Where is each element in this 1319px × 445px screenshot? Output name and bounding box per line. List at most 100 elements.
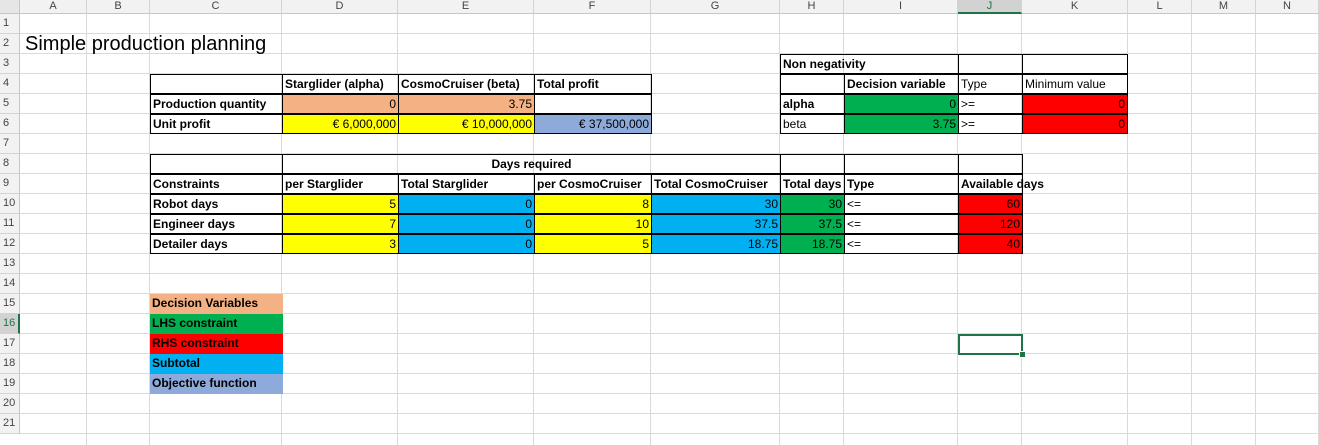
empty-k2[interactable] [1022, 54, 1128, 74]
header-decision-variable[interactable]: Decision variable [844, 74, 959, 94]
total-cosmo-detailer[interactable]: 18.75 [651, 234, 781, 254]
label-production-quantity[interactable]: Production quantity [150, 94, 283, 114]
available-detailer[interactable]: 40 [958, 234, 1023, 254]
legend-subtotal[interactable]: Subtotal [150, 354, 283, 374]
select-all-corner[interactable] [0, 0, 20, 14]
per-cosmo-robot[interactable]: 8 [534, 194, 652, 214]
type-detailer[interactable]: <= [844, 234, 959, 254]
nonneg-title[interactable]: Non negativity [780, 54, 959, 74]
available-engineer[interactable]: 120 [958, 214, 1023, 234]
legend-rhs-constraint[interactable]: RHS constraint [150, 334, 283, 354]
per-cosmo-engineer[interactable]: 10 [534, 214, 652, 234]
total-starglider-engineer[interactable]: 0 [398, 214, 535, 234]
total-profit-cell[interactable]: € 37,500,000 [534, 114, 652, 134]
column-header-f[interactable]: F [534, 0, 651, 14]
legend-decision-variables[interactable]: Decision Variables [150, 294, 283, 314]
total-starglider-detailer[interactable]: 0 [398, 234, 535, 254]
nonneg-min-alpha[interactable]: 0 [1022, 94, 1128, 114]
row-header-21[interactable]: 21 [0, 414, 20, 434]
header-per-cosmocruiser[interactable]: per CosmoCruiser [534, 174, 652, 194]
nonneg-value-alpha[interactable]: 0 [844, 94, 959, 114]
column-header-g[interactable]: G [651, 0, 780, 14]
column-header-h[interactable]: H [780, 0, 844, 14]
header-constraints[interactable]: Constraints [150, 174, 283, 194]
row-header-20[interactable]: 20 [0, 394, 20, 414]
row-header-14[interactable]: 14 [0, 274, 20, 294]
header-available-days[interactable]: Available days [958, 174, 1044, 194]
header-cosmocruiser[interactable]: CosmoCruiser (beta) [398, 74, 535, 94]
per-starglider-robot[interactable]: 5 [282, 194, 399, 214]
nonneg-type-beta[interactable]: >= [958, 114, 1023, 134]
header-starglider[interactable]: Starglider (alpha) [282, 74, 399, 94]
row-header-15[interactable]: 15 [0, 294, 20, 314]
profit-alpha-cell[interactable]: € 6,000,000 [282, 114, 399, 134]
row-header-17[interactable]: 17 [0, 334, 20, 354]
legend-lhs-constraint[interactable]: LHS constraint [150, 314, 283, 334]
empty-h3[interactable] [780, 74, 845, 94]
legend-objective-function[interactable]: Objective function [150, 374, 283, 394]
total-cosmo-robot[interactable]: 30 [651, 194, 781, 214]
row-header-16[interactable]: 16 [0, 314, 20, 334]
row-header-13[interactable]: 13 [0, 254, 20, 274]
empty-f4[interactable] [534, 94, 652, 114]
constraint-label-detailer[interactable]: Detailer days [150, 234, 283, 254]
available-robot[interactable]: 60 [958, 194, 1023, 214]
nonneg-value-beta[interactable]: 3.75 [844, 114, 959, 134]
total-days-robot[interactable]: 30 [780, 194, 845, 214]
column-header-k[interactable]: K [1022, 0, 1128, 14]
per-cosmo-detailer[interactable]: 5 [534, 234, 652, 254]
row-header-1[interactable]: 1 [0, 14, 20, 34]
row-header-12[interactable]: 12 [0, 234, 20, 254]
column-header-e[interactable]: E [398, 0, 534, 14]
column-header-l[interactable]: L [1128, 0, 1192, 14]
active-cell-selection[interactable] [958, 334, 1023, 355]
row-header-9[interactable]: 9 [0, 174, 20, 194]
empty-j2[interactable] [958, 54, 1023, 74]
column-header-n[interactable]: N [1256, 0, 1319, 14]
column-header-b[interactable]: B [87, 0, 150, 14]
nonneg-min-beta[interactable]: 0 [1022, 114, 1128, 134]
column-header-c[interactable]: C [150, 0, 282, 14]
days-required-header[interactable]: Days required [282, 154, 781, 174]
row-header-10[interactable]: 10 [0, 194, 20, 214]
empty-i7[interactable] [844, 154, 959, 174]
column-header-d[interactable]: D [282, 0, 398, 14]
nonneg-label-alpha[interactable]: alpha [780, 94, 845, 114]
type-robot[interactable]: <= [844, 194, 959, 214]
label-unit-profit[interactable]: Unit profit [150, 114, 283, 134]
column-header-a[interactable]: A [20, 0, 87, 14]
per-starglider-detailer[interactable]: 3 [282, 234, 399, 254]
qty-alpha-cell[interactable]: 0 [282, 94, 399, 114]
row-header-4[interactable]: 4 [0, 74, 20, 94]
total-cosmo-engineer[interactable]: 37.5 [651, 214, 781, 234]
header-total-starglider[interactable]: Total Starglider [398, 174, 535, 194]
total-starglider-robot[interactable]: 0 [398, 194, 535, 214]
per-starglider-engineer[interactable]: 7 [282, 214, 399, 234]
header-per-starglider[interactable]: per Starglider [282, 174, 399, 194]
type-engineer[interactable]: <= [844, 214, 959, 234]
total-days-engineer[interactable]: 37.5 [780, 214, 845, 234]
row-header-6[interactable]: 6 [0, 114, 20, 134]
row-header-3[interactable]: 3 [0, 54, 20, 74]
empty-c3[interactable] [150, 74, 283, 94]
column-header-i[interactable]: I [844, 0, 958, 14]
row-header-11[interactable]: 11 [0, 214, 20, 234]
empty-j7[interactable] [958, 154, 1023, 174]
header-minimum-value[interactable]: Minimum value [1022, 74, 1128, 94]
empty-c7[interactable] [150, 154, 283, 174]
header-total-cosmocruiser[interactable]: Total CosmoCruiser [651, 174, 781, 194]
nonneg-label-beta[interactable]: beta [780, 114, 845, 134]
row-header-8[interactable]: 8 [0, 154, 20, 174]
header-total-days[interactable]: Total days [780, 174, 845, 194]
header-nonneg-type[interactable]: Type [958, 74, 1023, 94]
column-header-j[interactable]: J [958, 0, 1022, 14]
row-header-7[interactable]: 7 [0, 134, 20, 154]
row-header-2[interactable]: 2 [0, 34, 20, 54]
fill-handle[interactable] [1019, 351, 1026, 358]
header-constraint-type[interactable]: Type [844, 174, 959, 194]
row-header-19[interactable]: 19 [0, 374, 20, 394]
nonneg-type-alpha[interactable]: >= [958, 94, 1023, 114]
row-header-18[interactable]: 18 [0, 354, 20, 374]
row-header-5[interactable]: 5 [0, 94, 20, 114]
total-days-detailer[interactable]: 18.75 [780, 234, 845, 254]
